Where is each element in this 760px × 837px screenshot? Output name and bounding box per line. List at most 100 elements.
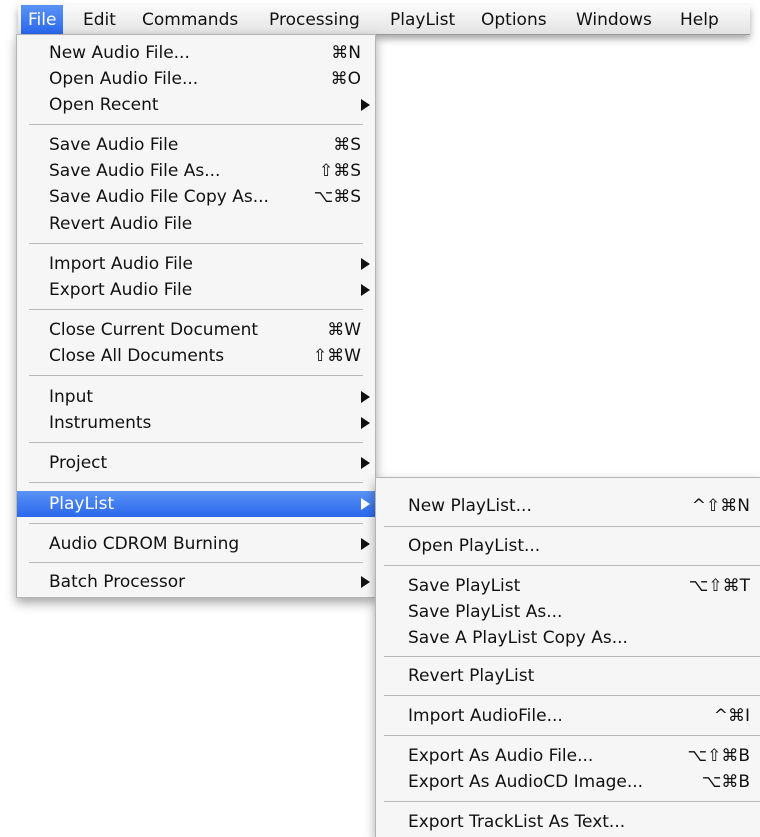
- menubar-edit[interactable]: Edit: [76, 5, 123, 34]
- menubar-help[interactable]: Help: [673, 5, 726, 34]
- menu-item-label: Save Audio File: [49, 135, 179, 155]
- menu-item-shortcut: ⌘W: [327, 320, 361, 340]
- menu-item-close-all-documents[interactable]: Close All Documents ⇧⌘W: [17, 343, 375, 369]
- menu-item-export-as-audio-file[interactable]: Export As Audio File... ⌥⇧⌘B: [376, 743, 760, 769]
- menu-item-label: Audio CDROM Burning: [49, 534, 240, 554]
- menu-item-import-audiofile[interactable]: Import AudioFile... ^⌘I: [376, 703, 760, 729]
- menu-separator: [29, 562, 363, 563]
- menu-item-label: Save PlayList As...: [408, 602, 563, 622]
- menu-bar: File Edit Commands Processing PlayList O…: [18, 5, 750, 35]
- menu-item-new-audio-file[interactable]: New Audio File... ⌘N: [17, 40, 375, 66]
- menu-item-label: Save PlayList: [408, 576, 521, 596]
- menu-item-shortcut: ⌘N: [331, 43, 361, 63]
- menu-separator: [29, 482, 363, 483]
- menu-item-shortcut: ^⌘I: [713, 706, 750, 726]
- menu-item-label: PlayList: [49, 494, 115, 514]
- menu-item-new-playlist[interactable]: New PlayList... ^⇧⌘N: [376, 493, 760, 519]
- menu-item-save-audio-file-as[interactable]: Save Audio File As... ⇧⌘S: [17, 158, 375, 184]
- menu-item-label: Open Recent: [49, 95, 159, 115]
- menu-item-label: Project: [49, 453, 108, 473]
- menu-separator: [29, 523, 363, 524]
- menu-separator: [384, 656, 760, 657]
- menu-item-shortcut: ⇧⌘W: [312, 346, 361, 366]
- menu-item-label: Export As Audio File...: [408, 746, 594, 766]
- menu-item-shortcut: ⌥⌘S: [313, 187, 361, 207]
- menu-item-label: Close All Documents: [49, 346, 225, 366]
- menu-item-shortcut: ⌘O: [330, 69, 361, 89]
- submenu-arrow-icon: [361, 284, 370, 296]
- menubar-file[interactable]: File: [21, 5, 64, 34]
- menu-item-batch-processor[interactable]: Batch Processor: [17, 569, 375, 595]
- menu-separator: [29, 375, 363, 376]
- menu-item-open-audio-file[interactable]: Open Audio File... ⌘O: [17, 66, 375, 92]
- submenu-arrow-icon: [361, 538, 370, 550]
- menu-item-revert-playlist[interactable]: Revert PlayList: [376, 663, 760, 689]
- menubar-playlist[interactable]: PlayList: [383, 5, 462, 34]
- menu-separator: [384, 695, 760, 696]
- menubar-windows[interactable]: Windows: [569, 5, 659, 34]
- menu-item-input[interactable]: Input: [17, 384, 375, 410]
- menu-item-save-audio-file-copy-as[interactable]: Save Audio File Copy As... ⌥⌘S: [17, 184, 375, 210]
- menu-separator: [384, 801, 760, 802]
- menu-item-label: Export Audio File: [49, 280, 193, 300]
- menu-item-label: New PlayList...: [408, 496, 532, 516]
- menu-item-save-a-playlist-copy-as[interactable]: Save A PlayList Copy As...: [376, 625, 760, 651]
- menu-item-label: Import Audio File: [49, 254, 193, 274]
- menu-item-shortcut: ⌥⌘B: [701, 772, 750, 792]
- menu-item-label: Import AudioFile...: [408, 706, 563, 726]
- menu-item-label: Export As AudioCD Image...: [408, 772, 644, 792]
- menu-separator: [29, 124, 363, 125]
- menubar-processing[interactable]: Processing: [262, 5, 367, 34]
- menu-item-label: Instruments: [49, 413, 152, 433]
- menu-separator: [29, 309, 363, 310]
- menu-item-revert-audio-file[interactable]: Revert Audio File: [17, 211, 375, 237]
- menu-item-label: Open Audio File...: [49, 69, 199, 89]
- menu-item-export-tracklist-as-text[interactable]: Export TrackList As Text...: [376, 809, 760, 835]
- menu-item-label: Save Audio File Copy As...: [49, 187, 269, 207]
- playlist-submenu: New PlayList... ^⇧⌘N Open PlayList... Sa…: [375, 477, 760, 837]
- menu-item-project[interactable]: Project: [17, 450, 375, 476]
- menu-item-open-recent[interactable]: Open Recent: [17, 92, 375, 118]
- submenu-arrow-icon: [361, 391, 370, 403]
- menu-separator: [384, 735, 760, 736]
- menu-separator: [29, 243, 363, 244]
- menu-item-open-playlist[interactable]: Open PlayList...: [376, 533, 760, 559]
- menu-item-close-current-document[interactable]: Close Current Document ⌘W: [17, 317, 375, 343]
- menu-item-save-playlist-as[interactable]: Save PlayList As...: [376, 599, 760, 625]
- menu-item-label: Export TrackList As Text...: [408, 812, 626, 832]
- file-menu: New Audio File... ⌘N Open Audio File... …: [16, 34, 376, 598]
- menu-item-shortcut: ^⇧⌘N: [691, 496, 750, 516]
- menu-item-shortcut: ⌥⇧⌘T: [688, 576, 750, 596]
- menu-item-audio-cdrom-burning[interactable]: Audio CDROM Burning: [17, 531, 375, 557]
- menu-item-shortcut: ⌘S: [333, 135, 361, 155]
- menu-item-label: Revert Audio File: [49, 214, 193, 234]
- menu-item-playlist[interactable]: PlayList: [17, 491, 375, 517]
- menu-item-save-playlist[interactable]: Save PlayList ⌥⇧⌘T: [376, 573, 760, 599]
- submenu-arrow-icon: [361, 498, 370, 510]
- menu-separator: [384, 526, 760, 527]
- submenu-arrow-icon: [361, 417, 370, 429]
- menubar-options[interactable]: Options: [474, 5, 554, 34]
- menu-item-label: Open PlayList...: [408, 536, 541, 556]
- submenu-arrow-icon: [361, 258, 370, 270]
- menu-item-save-audio-file[interactable]: Save Audio File ⌘S: [17, 132, 375, 158]
- menu-item-label: Batch Processor: [49, 572, 186, 592]
- submenu-arrow-icon: [361, 576, 370, 588]
- menu-item-export-audio-file[interactable]: Export Audio File: [17, 277, 375, 303]
- menu-item-instruments[interactable]: Instruments: [17, 410, 375, 436]
- menu-item-label: Save A PlayList Copy As...: [408, 628, 628, 648]
- menu-item-label: Save Audio File As...: [49, 161, 221, 181]
- menubar-commands[interactable]: Commands: [135, 5, 245, 34]
- menu-item-label: Input: [49, 387, 94, 407]
- menu-separator: [29, 442, 363, 443]
- submenu-arrow-icon: [361, 99, 370, 111]
- menu-item-shortcut: ⇧⌘S: [318, 161, 361, 181]
- menu-separator: [384, 565, 760, 566]
- menu-item-shortcut: ⌥⇧⌘B: [687, 746, 751, 766]
- menu-item-export-as-audiocd-image[interactable]: Export As AudioCD Image... ⌥⌘B: [376, 769, 760, 795]
- submenu-arrow-icon: [361, 457, 370, 469]
- menu-item-label: Revert PlayList: [408, 666, 535, 686]
- menu-item-label: Close Current Document: [49, 320, 259, 340]
- menu-item-label: New Audio File...: [49, 43, 190, 63]
- menu-item-import-audio-file[interactable]: Import Audio File: [17, 251, 375, 277]
